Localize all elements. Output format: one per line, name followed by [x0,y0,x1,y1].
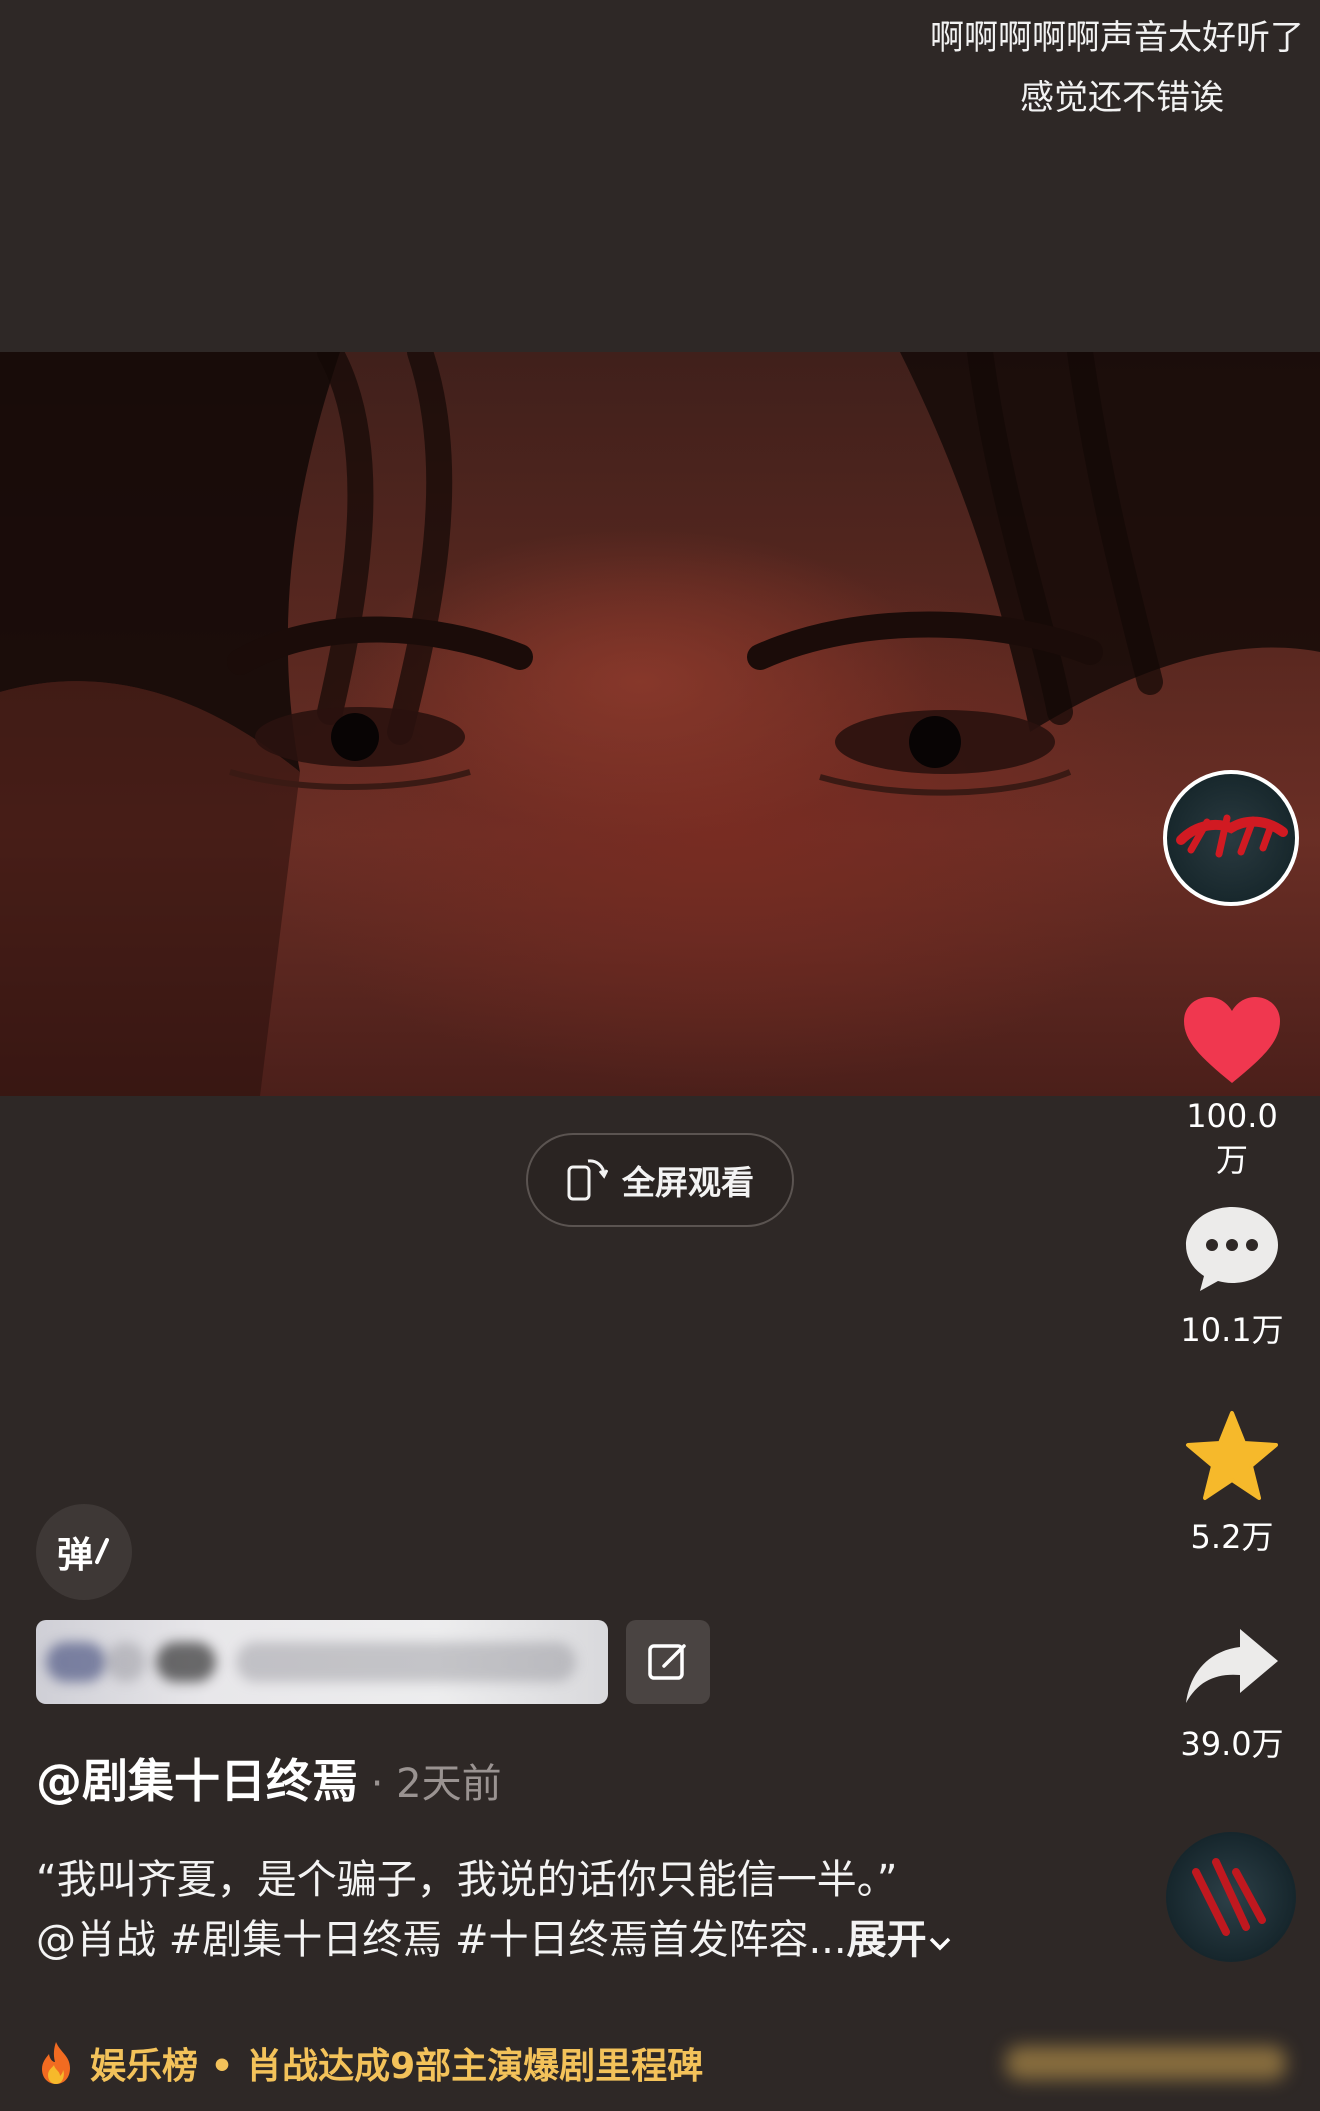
share-button[interactable]: 39.0万 [1172,1625,1292,1765]
like-count: 100.0万 [1186,1097,1278,1179]
comment-count: 10.1万 [1180,1311,1284,1349]
blurred-avatar [106,1642,146,1682]
expand-button[interactable]: 展开 [847,1917,953,1963]
danmaku-comment: 啊啊啊啊啊声音太好听了 [930,18,1304,58]
video-player[interactable] [0,352,1320,1096]
edit-danmaku-button[interactable] [626,1620,710,1704]
rotate-screen-icon [567,1159,608,1201]
share-count: 39.0万 [1180,1725,1284,1763]
hot-banner-text: 娱乐榜 • 肖战达成9部主演爆剧里程碑 [90,2046,704,2087]
expand-label: 展开 [846,1917,927,1963]
fullscreen-label: 全屏观看 [622,1163,754,1202]
comment-button[interactable]: 10.1万 [1172,1203,1292,1351]
blurred-avatar [156,1642,216,1682]
post-time: · 2天前 [358,1761,502,1807]
fire-icon [42,2042,70,2084]
favorite-count: 5.2万 [1190,1518,1274,1556]
danmaku-toggle-label: 弹 [56,1535,93,1576]
favorite-button[interactable]: 5.2万 [1172,1410,1292,1558]
author-name[interactable]: @剧集十日终焉 [36,1754,358,1808]
danmaku-toggle-button[interactable]: 弹 [36,1504,132,1600]
blurred-text [236,1642,576,1682]
edit-icon [648,1644,686,1680]
like-button[interactable]: 100.0万 [1172,995,1292,1181]
hot-list-banner[interactable]: 娱乐榜 • 肖战达成9部主演爆剧里程碑 [36,2040,1296,2087]
share-arrow-icon [1186,1629,1278,1703]
danmaku-comment: 感觉还不错诶 [1020,78,1224,118]
video-description: “我叫齐夏，是个骗子，我说的话你只能信一半。” @肖战 #剧集十日终焉 #十日终… [36,1850,953,1970]
heart-icon [1184,997,1280,1083]
pen-icon [95,1538,109,1564]
avatar-logo-image [1176,814,1288,858]
star-icon [1186,1411,1278,1500]
description-line: “我叫齐夏，是个骗子，我说的话你只能信一半。” [36,1857,898,1903]
blurred-avatar [46,1642,106,1682]
music-disc[interactable] [1166,1832,1296,1962]
comment-icon [1186,1207,1278,1291]
author-avatar[interactable] [1163,770,1299,906]
video-frame-image [0,352,1320,1096]
author-line: @剧集十日终焉 · 2天前 [36,1745,502,1811]
disc-logo-image [1192,1858,1266,1936]
description-hashtags[interactable]: @肖战 #剧集十日终焉 #十日终焉首发阵容... [36,1917,847,1963]
chevron-down-icon [929,1937,950,1951]
blurred-viewer-count [1006,2046,1286,2080]
danmaku-input[interactable] [36,1620,608,1704]
fullscreen-button[interactable]: 全屏观看 [526,1133,794,1227]
